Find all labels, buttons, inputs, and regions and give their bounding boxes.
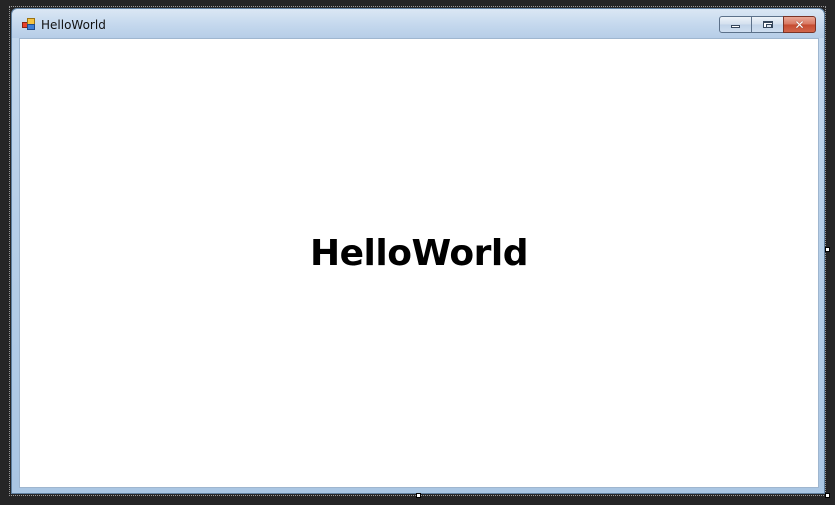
minimize-button[interactable] (719, 16, 752, 33)
winforms-app-icon (22, 18, 35, 30)
designer-surface: HelloWorld ✕ HelloWorld (0, 0, 835, 505)
title-bar[interactable]: HelloWorld ✕ (12, 9, 824, 38)
resize-handle-bottom[interactable] (416, 493, 421, 498)
form-client-area[interactable]: HelloWorld (19, 38, 819, 488)
maximize-button[interactable] (751, 16, 784, 33)
form-window[interactable]: HelloWorld ✕ HelloWorld (11, 8, 825, 494)
caption-buttons: ✕ (719, 16, 816, 34)
hello-world-label[interactable]: HelloWorld (20, 233, 818, 274)
window-title: HelloWorld (41, 18, 106, 32)
minimize-icon (731, 25, 740, 28)
resize-handle-bottom-right[interactable] (825, 493, 830, 498)
maximize-icon (762, 21, 773, 28)
close-icon: ✕ (794, 17, 805, 32)
close-button[interactable]: ✕ (783, 16, 816, 33)
resize-handle-right[interactable] (825, 247, 830, 252)
